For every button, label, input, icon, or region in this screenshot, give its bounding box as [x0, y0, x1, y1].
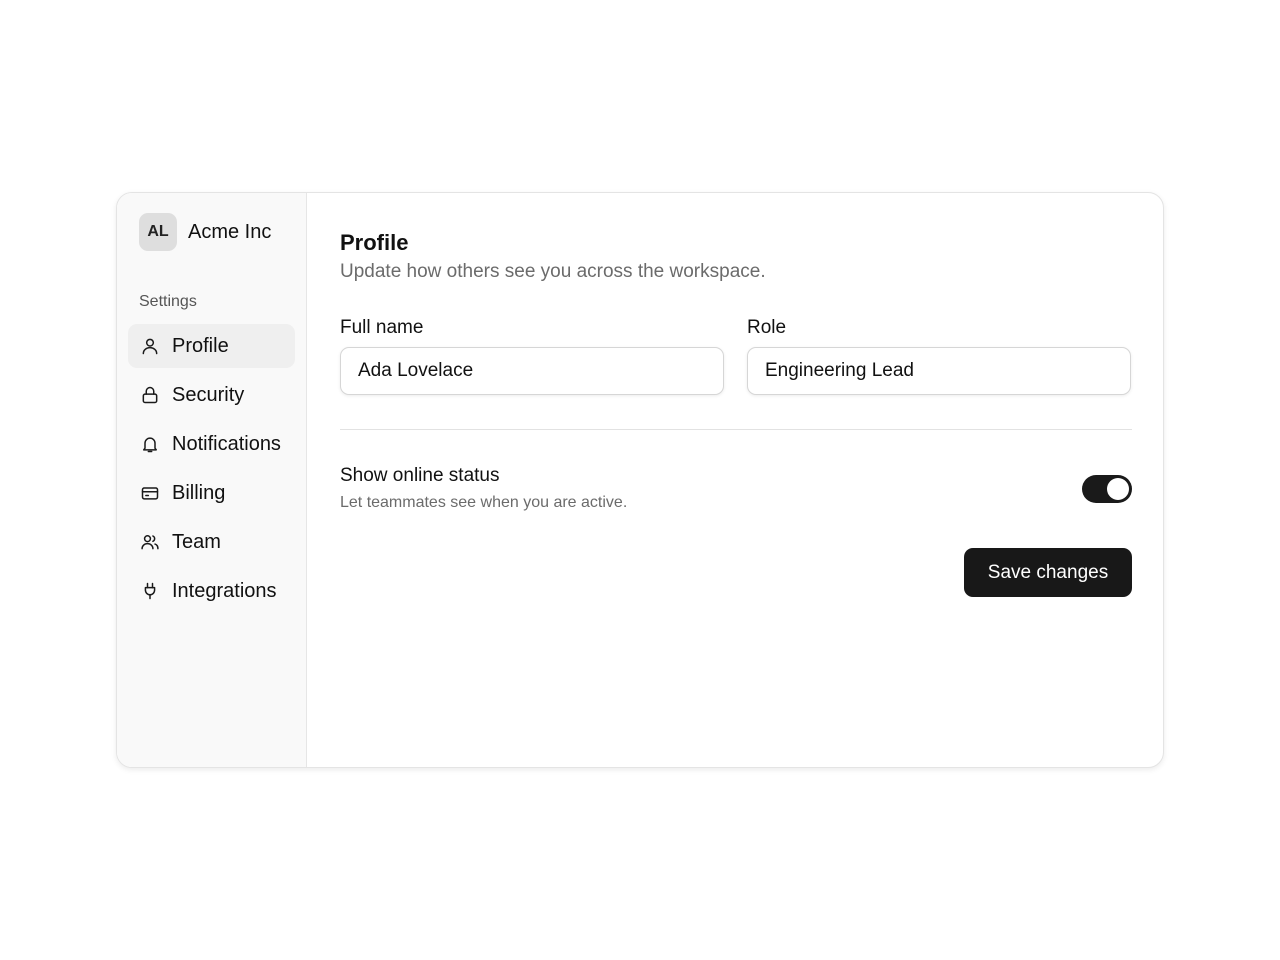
- section-divider: [340, 429, 1132, 430]
- sidebar-item-billing[interactable]: Billing: [128, 471, 295, 515]
- sidebar-item-label: Security: [172, 383, 245, 406]
- page-subtitle: Update how others see you across the wor…: [340, 261, 766, 282]
- sidebar-item-profile[interactable]: Profile: [128, 324, 295, 368]
- sidebar-item-label: Notifications: [172, 432, 281, 455]
- sidebar-item-label: Profile: [172, 334, 229, 357]
- profile-panel: Profile Update how others see you across…: [307, 193, 1163, 767]
- user-icon: [139, 335, 161, 357]
- save-button[interactable]: Save changes: [964, 548, 1132, 597]
- full-name-label: Full name: [340, 317, 424, 338]
- role-input[interactable]: [747, 347, 1131, 395]
- role-field-group: Role: [747, 317, 1131, 395]
- online-status-description: Let teammates see when you are active.: [340, 494, 628, 511]
- page-title: Profile: [340, 230, 409, 255]
- sidebar-item-label: Team: [172, 530, 221, 553]
- plug-icon: [139, 580, 161, 602]
- sidebar-item-label: Integrations: [172, 579, 277, 602]
- credit-card-icon: [139, 482, 161, 504]
- sidebar-item-integrations[interactable]: Integrations: [128, 569, 295, 613]
- sidebar-item-team[interactable]: Team: [128, 520, 295, 564]
- sidebar-item-label: Billing: [172, 481, 226, 504]
- online-status-title: Show online status: [340, 465, 500, 486]
- sidebar-section-label: Settings: [139, 293, 197, 310]
- role-label: Role: [747, 317, 787, 338]
- users-icon: [139, 531, 161, 553]
- settings-card: AL Acme Inc Settings Profile Security No…: [116, 192, 1164, 768]
- full-name-input[interactable]: [340, 347, 724, 395]
- bell-icon: [139, 433, 161, 455]
- workspace-name: Acme Inc: [188, 220, 272, 243]
- online-status-toggle[interactable]: [1082, 475, 1132, 503]
- full-name-field-group: Full name: [340, 317, 724, 395]
- sidebar-nav: Profile Security Notifications Billing T…: [128, 324, 295, 618]
- lock-icon: [139, 384, 161, 406]
- workspace-brand[interactable]: AL Acme Inc: [139, 213, 271, 251]
- toggle-knob: [1107, 478, 1129, 500]
- sidebar-item-notifications[interactable]: Notifications: [128, 422, 295, 466]
- sidebar: AL Acme Inc Settings Profile Security No…: [117, 193, 307, 767]
- sidebar-item-security[interactable]: Security: [128, 373, 295, 417]
- avatar: AL: [139, 213, 177, 251]
